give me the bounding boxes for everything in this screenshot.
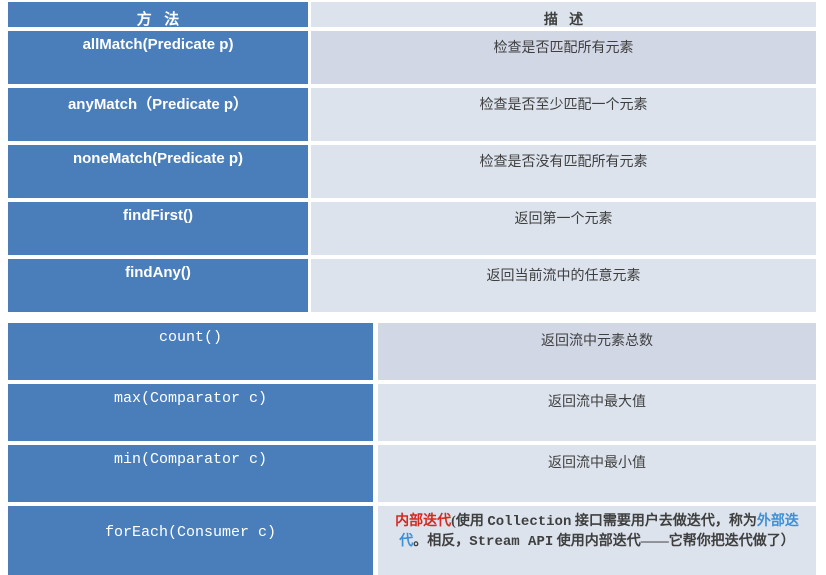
foreach-text-segment-3: 。相反， [413, 534, 470, 549]
method-cell: count() [8, 323, 378, 380]
method-cell: max(Comparator c) [8, 384, 378, 441]
table-row: forEach(Consumer c) 内部迭代(使用 Collection 接… [8, 506, 816, 575]
description-cell: 返回流中最大值 [378, 384, 816, 441]
table-row: noneMatch(Predicate p) 检查是否没有匹配所有元素 [8, 145, 816, 198]
method-cell: forEach(Consumer c) [8, 506, 378, 575]
collection-keyword: Collection [487, 514, 572, 530]
description-cell: 检查是否匹配所有元素 [311, 31, 816, 84]
description-cell: 返回当前流中的任意元素 [311, 259, 816, 312]
table-header-row: 方 法 描 述 [8, 2, 816, 27]
description-cell: 返回流中最小值 [378, 445, 816, 502]
method-cell: allMatch(Predicate p) [8, 31, 311, 84]
description-cell: 检查是否没有匹配所有元素 [311, 145, 816, 198]
column-header-description: 描 述 [311, 2, 816, 27]
table-row: max(Comparator c) 返回流中最大值 [8, 384, 816, 441]
column-header-method: 方 法 [8, 2, 311, 27]
description-cell: 检查是否至少匹配一个元素 [311, 88, 816, 141]
stream-matching-methods-table: 方 法 描 述 allMatch(Predicate p) 检查是否匹配所有元素… [8, 2, 816, 312]
foreach-text-segment-1: (使用 [451, 514, 488, 529]
column-header-description-label: 描 述 [543, 13, 588, 27]
method-cell: noneMatch(Predicate p) [8, 145, 311, 198]
method-cell: findFirst() [8, 202, 311, 255]
method-cell: anyMatch（Predicate p） [8, 88, 311, 141]
foreach-text-segment-2: 接口需要用户去做迭代，称为 [571, 514, 757, 529]
description-cell: 返回流中元素总数 [378, 323, 816, 380]
table-row: allMatch(Predicate p) 检查是否匹配所有元素 [8, 31, 816, 84]
internal-iteration-term: 内部迭代 [395, 514, 452, 529]
description-cell-foreach: 内部迭代(使用 Collection 接口需要用户去做迭代，称为外部迭代。相反，… [378, 506, 816, 575]
description-cell: 返回第一个元素 [311, 202, 816, 255]
table-row: findAny() 返回当前流中的任意元素 [8, 259, 816, 312]
column-header-method-label: 方 法 [136, 11, 184, 27]
table-row: count() 返回流中元素总数 [8, 323, 816, 380]
method-cell: findAny() [8, 259, 311, 312]
method-cell: min(Comparator c) [8, 445, 378, 502]
stream-reduction-methods-table: count() 返回流中元素总数 max(Comparator c) 返回流中最… [8, 323, 816, 575]
table-row: anyMatch（Predicate p） 检查是否至少匹配一个元素 [8, 88, 816, 141]
table-row: min(Comparator c) 返回流中最小值 [8, 445, 816, 502]
slide-canvas: 方 法 描 述 allMatch(Predicate p) 检查是否匹配所有元素… [0, 0, 826, 575]
foreach-text-segment-4: 使用内部迭代——它帮你把迭代做了） [553, 534, 795, 549]
table-row: findFirst() 返回第一个元素 [8, 202, 816, 255]
stream-api-keyword: Stream API [469, 534, 554, 550]
